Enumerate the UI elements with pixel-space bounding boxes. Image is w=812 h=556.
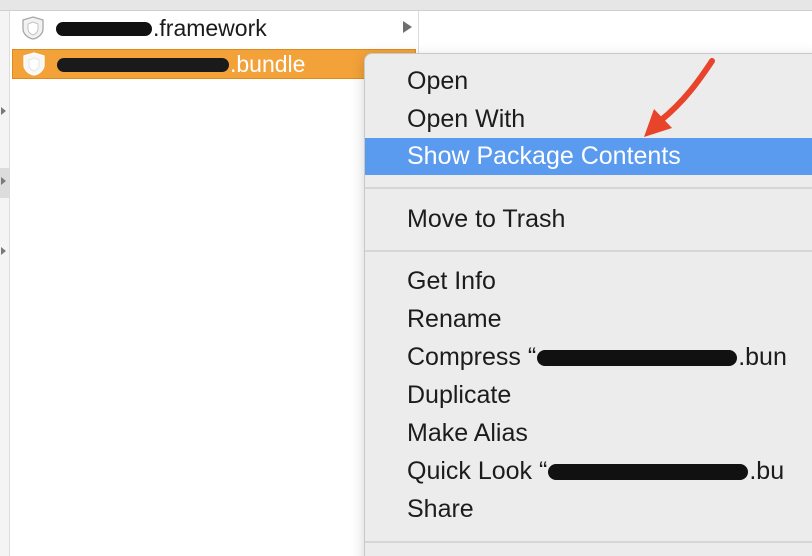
toolbar-strip <box>0 0 812 11</box>
chevron-right-icon <box>403 21 412 33</box>
compress-suffix: .bun <box>738 343 787 371</box>
quick-look-suffix: .bu <box>749 457 785 485</box>
disclosure-arrow-icon[interactable] <box>1 177 6 185</box>
column-gutter <box>0 11 10 556</box>
bundle-icon <box>23 52 45 76</box>
menu-item-quick-look[interactable]: Quick Look “ .bu <box>365 453 812 490</box>
menu-item-show-package-contents[interactable]: Show Package Contents <box>365 138 812 175</box>
menu-item-make-alias[interactable]: Make Alias <box>365 415 812 452</box>
file-name-suffix: .framework <box>153 14 267 41</box>
annotation-arrow-icon <box>644 58 715 137</box>
bundle-icon <box>22 16 44 40</box>
menu-item-rename[interactable]: Rename <box>365 301 812 338</box>
menu-item-compress[interactable]: Compress “ .bun <box>365 339 812 376</box>
menu-item-share[interactable]: Share <box>365 491 812 528</box>
redacted-name <box>537 349 738 366</box>
menu-item-move-to-trash[interactable]: Move to Trash <box>365 201 812 238</box>
context-menu: Open Open With Show Package Contents Mov… <box>364 53 812 556</box>
menu-item-duplicate[interactable]: Duplicate <box>365 377 812 414</box>
compress-label: Compress “ <box>407 343 537 371</box>
finder-window: .framework .bundle Open Open With Show P… <box>0 0 812 556</box>
quick-look-label: Quick Look “ <box>407 457 548 485</box>
menu-item-open[interactable]: Open <box>365 63 812 100</box>
disclosure-arrow-icon[interactable] <box>1 107 6 115</box>
redacted-name <box>548 463 749 480</box>
menu-item-open-with[interactable]: Open With <box>365 101 812 138</box>
menu-separator <box>365 187 812 189</box>
file-row-bundle[interactable]: .bundle <box>12 49 416 79</box>
menu-item-get-info[interactable]: Get Info <box>365 263 812 300</box>
menu-separator <box>365 541 812 543</box>
menu-separator <box>365 250 812 252</box>
redacted-name <box>57 51 230 78</box>
redacted-name <box>56 15 153 42</box>
disclosure-arrow-icon[interactable] <box>1 247 6 255</box>
column-divider[interactable] <box>418 11 419 53</box>
file-row-framework[interactable]: .framework <box>12 14 416 42</box>
file-name-suffix: .bundle <box>230 50 306 77</box>
